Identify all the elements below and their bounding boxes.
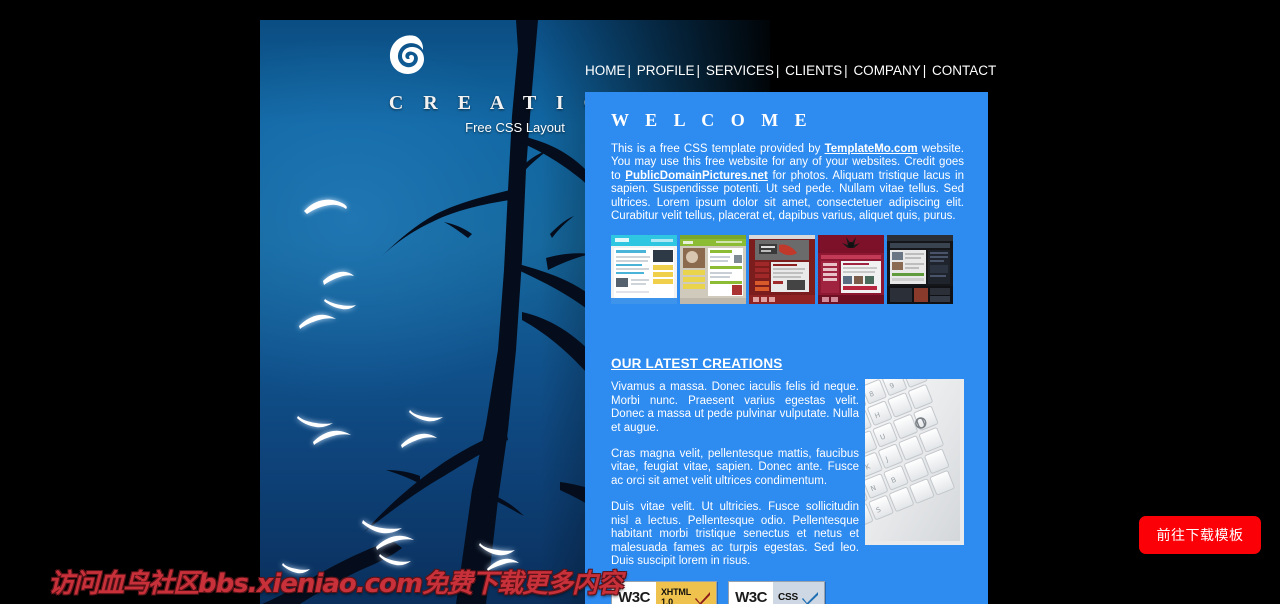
website-thumbnail-dark-gallery-layout-image: [887, 235, 953, 305]
latest-creations-text: Vivamus a massa. Donec iaculis felis id …: [611, 381, 859, 568]
welcome-heading: W E L C O M E: [611, 110, 813, 130]
nav-separator: |: [844, 63, 848, 78]
latest-paragraph-3: Duis vitae velit. Ut ultricies. Fusce so…: [611, 501, 859, 567]
nav-separator: |: [627, 63, 632, 78]
main-navigation[interactable]: HOME | PROFILE | SERVICES | CLIENTS | COMPAN…: [585, 63, 996, 83]
thumbnail-gallery: [611, 235, 964, 305]
nav-separator: |: [922, 63, 927, 78]
thumbnail-1[interactable]: [611, 235, 677, 305]
website-thumbnail-blue-layout-image: [611, 235, 677, 305]
nav-item-contact[interactable]: CONTACT: [932, 63, 996, 78]
nav-item-profile[interactable]: PROFILE: [637, 63, 695, 78]
website-thumbnail-red-dark-layout-image: [749, 235, 815, 305]
checkmark-icon: [801, 591, 818, 604]
css-badge-label: CSS: [778, 592, 798, 604]
w3c-css-badge[interactable]: W3C CSS: [728, 581, 825, 604]
w3c-xhtml-badge[interactable]: W3C XHTML 1.0: [611, 581, 717, 604]
xhtml-badge-label-line2: 1.0: [661, 596, 673, 604]
bird-icon: [409, 410, 443, 422]
nav-item-company[interactable]: COMPANY: [853, 63, 920, 78]
nav-separator: |: [775, 63, 780, 78]
latest-creations-heading: OUR LATEST CREATIONS: [611, 356, 783, 372]
templatemo-link[interactable]: TemplateMo.com: [825, 143, 918, 155]
w3c-logo-text: W3C: [729, 582, 773, 604]
watermark-text: 访问血鸟社区bbs.xieniao.com免费下载更多内容: [48, 569, 623, 599]
latest-creations-section: Vivamus a massa. Donec iaculis felis id …: [611, 377, 966, 568]
thumbnail-3[interactable]: [749, 235, 815, 305]
keyboard-image: 6 7 8 9 K J H O I U L K: [863, 377, 966, 548]
thumbnail-5[interactable]: [887, 235, 953, 305]
validation-badges: W3C XHTML 1.0 W3C CSS: [611, 581, 964, 604]
site-logo[interactable]: [386, 31, 428, 79]
thumbnail-4[interactable]: [818, 235, 884, 305]
download-template-button[interactable]: 前往下载模板: [1139, 516, 1261, 554]
thumbnail-2[interactable]: [680, 235, 746, 305]
checkmark-icon: [695, 591, 710, 604]
website-thumbnail-green-layout-image: [680, 235, 746, 305]
latest-paragraph-2: Cras magna velit, pellentesque mattis, f…: [611, 448, 859, 487]
bird-icon: [323, 271, 354, 285]
page-root: C R E A T I O N Free CSS Layout HOME | PR…: [0, 0, 1280, 604]
bird-icon: [324, 299, 356, 310]
nav-separator: |: [696, 63, 701, 78]
nav-item-services[interactable]: SERVICES: [706, 63, 774, 78]
intro-paragraph: This is a free CSS template provided by …: [611, 143, 964, 223]
bird-icon: [299, 314, 336, 329]
white-keyboard-photo: 6 7 8 9 K J H O I U L K: [865, 379, 960, 542]
website-thumbnail-crimson-layout-image: [818, 235, 884, 305]
content-panel: W E L C O M E This is a free CSS templat…: [585, 92, 988, 604]
nav-item-clients[interactable]: CLIENTS: [785, 63, 842, 78]
bird-icon: [313, 430, 351, 445]
latest-paragraph-1: Vivamus a massa. Donec iaculis felis id …: [611, 381, 859, 434]
intro-text-part1: This is a free CSS template provided by: [611, 143, 825, 155]
nav-item-home[interactable]: HOME: [585, 63, 626, 78]
bird-icon: [304, 199, 347, 214]
bird-icon: [401, 433, 437, 448]
publicdomainpictures-link[interactable]: PublicDomainPictures.net: [625, 170, 768, 182]
spiral-swirl-logo-icon: [389, 35, 424, 74]
